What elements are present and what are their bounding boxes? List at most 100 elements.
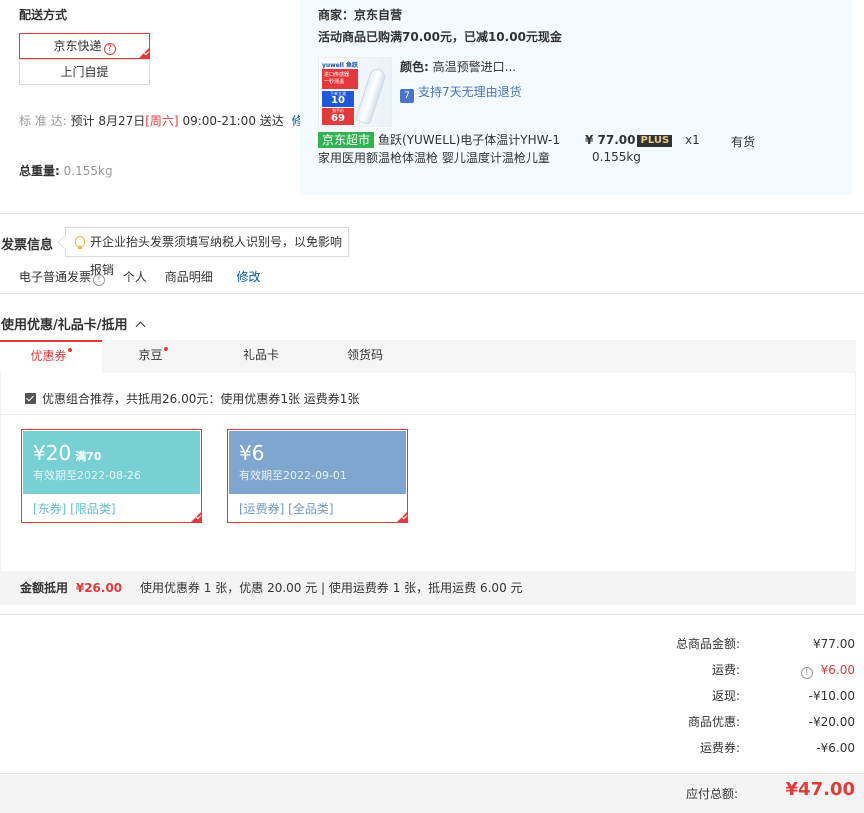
divider: [0, 213, 864, 214]
product-price: ¥ 77.00 PLUS: [585, 133, 673, 147]
notification-dot: [67, 348, 72, 352]
total-row-discount: 商品优惠: -¥20.00: [560, 709, 855, 735]
weight-value: 0.155kg: [63, 164, 113, 178]
invoice-title: 发票信息: [1, 238, 54, 253]
summary-amount: ¥26.00: [75, 581, 123, 595]
arrival-time: 09:00-21:00 送达: [182, 114, 284, 128]
invoice-type: 电子普通发票: [19, 270, 92, 284]
modify-invoice-link[interactable]: 修改: [237, 270, 261, 284]
product-title[interactable]: 鱼跃(YUWELL)电子体温计YHW-1: [378, 133, 560, 147]
return-policy-icon: 7: [400, 89, 414, 103]
total-value-wrap: ! ¥6.00: [800, 657, 855, 683]
selected-check-icon: [190, 511, 202, 523]
item-weight: 0.155kg: [592, 150, 641, 164]
coupon-expiry: 有效期至2022-09-01: [239, 469, 347, 482]
selected-check-icon: [396, 511, 408, 523]
tab-coupons[interactable]: 优惠券: [0, 340, 102, 373]
info-icon[interactable]: !: [800, 667, 813, 679]
coupon-card-6[interactable]: ¥6 有效期至2022-09-01 [运费券] [全品类]: [227, 429, 408, 523]
product-image[interactable]: yuwell 鱼跃 进口传感器 一秒测温 下单立减 10 到手价 69: [318, 57, 392, 127]
total-label: 返现:: [711, 689, 740, 703]
chevron-up-icon: [135, 321, 146, 332]
payable-value: ¥47.00: [785, 779, 855, 800]
merchant-section: 商家：京东自营 活动商品已购满70.00元，已减10.00元现金 yuwell …: [300, 0, 853, 195]
recommend-row[interactable]: 优惠组合推荐，共抵用26.00元：使用优惠券1张 运费券1张: [25, 390, 359, 407]
invoice-details: 电子普通发票! 个人 商品明细 修改: [19, 268, 261, 286]
shipping-option-jd-express[interactable]: 京东快递?: [19, 33, 150, 59]
tab-label: 京豆: [138, 348, 163, 362]
total-row-cashback: 返现: -¥10.00: [560, 683, 855, 709]
payable-label: 应付总额:: [685, 787, 738, 801]
color-label: 颜色:: [400, 60, 429, 74]
arrival-date: 预计 8月27日: [70, 114, 146, 128]
total-value: -¥20.00: [808, 715, 855, 729]
product-image-line1: 进口传感器: [324, 72, 350, 78]
shipping-option-label: 京东快递: [53, 39, 102, 53]
help-icon[interactable]: ?: [103, 43, 116, 55]
coupon-tags: [运费券] [全品类]: [239, 502, 334, 516]
total-row-shipping-coupon: 运费券: -¥6.00: [560, 735, 855, 761]
recommend-text: 优惠组合推荐，共抵用26.00元：使用优惠券1张 运费券1张: [42, 392, 360, 406]
summary-detail: 使用优惠券 1 张，优惠 20.00 元 | 使用运费券 1 张，抵用运费 6.…: [139, 581, 523, 595]
tab-jingdou[interactable]: 京豆: [102, 340, 204, 373]
product-title-row: 京东超市 鱼跃(YUWELL)电子体温计YHW-1: [318, 131, 560, 148]
coupon-amount: ¥6: [239, 441, 265, 465]
tab-label: 领货码: [346, 348, 383, 362]
recommend-checkbox[interactable]: [25, 393, 36, 404]
product-image-banner: 进口传感器 一秒测温: [322, 69, 358, 89]
shipping-option-label: 上门自提: [60, 65, 109, 79]
coupon-card-20[interactable]: ¥20 满70 有效期至2022-08-26 [东券] [限品类]: [21, 429, 202, 523]
product-image-num1: 10: [331, 95, 345, 106]
total-value: ¥77.00: [813, 637, 855, 651]
total-label: 运费券:: [699, 741, 740, 755]
coupon-section-title: 使用优惠/礼品卡/抵用: [1, 318, 128, 333]
total-weight: 总重量: 0.155kg: [19, 162, 113, 179]
coupon-face: ¥6 有效期至2022-09-01: [229, 431, 406, 494]
product-image-brand: yuwell 鱼跃: [322, 62, 358, 69]
divider: [1, 414, 856, 415]
coupon-condition: 满70: [75, 450, 102, 463]
delivery-section: 配送方式 京东快递? 上门自提 标 准 达: 预计 8月27日[周六] 09:0…: [0, 0, 316, 195]
coupon-tabs: 优惠券 京豆 礼品卡 领货码: [0, 340, 856, 373]
invoice-person: 个人: [122, 270, 147, 284]
return-policy: 7 支持7天无理由退货: [400, 83, 522, 103]
divider: [0, 614, 864, 615]
return-policy-text[interactable]: 支持7天无理由退货: [418, 85, 522, 99]
arrival-info: 标 准 达: 预计 8月27日[周六] 09:00-21:00 送达 修改: [19, 112, 316, 129]
coupon-expiry: 有效期至2022-08-26: [33, 469, 141, 482]
tab-gift-card[interactable]: 礼品卡: [210, 340, 312, 373]
plus-badge: PLUS: [637, 135, 673, 147]
promo-text: 活动商品已购满70.00元，已减10.00元现金: [318, 30, 562, 44]
product-color: 颜色: 高温预警进口...: [400, 58, 516, 75]
total-value: -¥6.00: [816, 741, 855, 755]
product-title-line2[interactable]: 家用医用额温枪体温枪 婴儿温度计温枪儿童: [318, 149, 550, 166]
product-qty: x1: [685, 133, 700, 147]
jd-supermarket-badge: 京东超市: [318, 132, 375, 148]
coupon-amount: ¥20: [33, 441, 72, 465]
product-image-promo: 下单立减 10: [322, 91, 354, 107]
shipping-option-pickup[interactable]: 上门自提: [19, 59, 150, 85]
arrival-label: 标 准 达:: [19, 114, 67, 128]
discount-summary: 金额抵用 ¥26.00 使用优惠券 1 张，优惠 20.00 元 | 使用运费券…: [0, 571, 856, 605]
weight-label: 总重量:: [19, 164, 60, 178]
invoice-detail: 商品明细: [164, 270, 213, 284]
divider: [0, 293, 864, 294]
product-image-line2: 一秒测温: [324, 79, 345, 85]
color-value: 高温预警进口...: [432, 60, 517, 74]
coupon-section-toggle[interactable]: 使用优惠/礼品卡/抵用: [1, 314, 146, 333]
tab-label: 礼品卡: [242, 348, 279, 362]
total-label: 运费:: [711, 663, 740, 677]
payable-bar: 应付总额: ¥47.00: [0, 773, 864, 813]
summary-label: 金额抵用: [20, 581, 69, 595]
notification-dot: [163, 347, 168, 351]
product-image-price: 到手价 69: [322, 108, 354, 125]
info-icon[interactable]: !: [93, 274, 106, 286]
tab-redeem-code[interactable]: 领货码: [314, 340, 416, 373]
tab-label: 优惠券: [30, 349, 67, 363]
delivery-title: 配送方式: [19, 8, 68, 22]
merchant-name: 商家：京东自营: [318, 8, 403, 22]
total-row-shipping: 运费: ! ¥6.00: [560, 657, 855, 683]
price-value: ¥ 77.00: [585, 133, 636, 147]
lightbulb-icon: [75, 236, 85, 249]
selected-check-icon: [138, 47, 150, 59]
